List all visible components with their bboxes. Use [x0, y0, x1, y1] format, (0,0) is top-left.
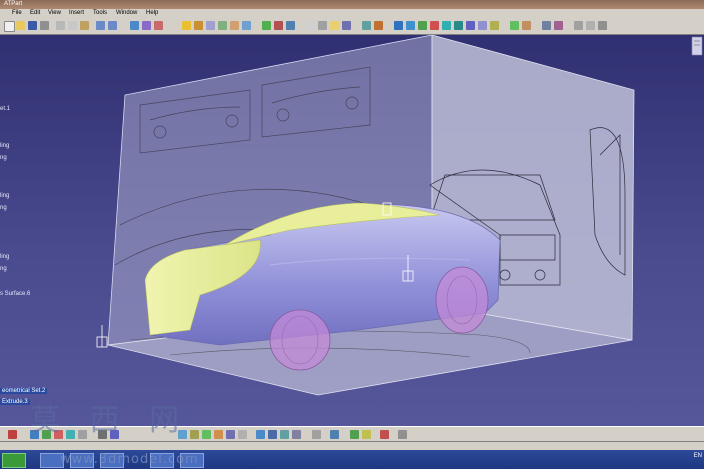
fill-icon[interactable]	[230, 21, 239, 30]
rotate-icon[interactable]	[430, 21, 439, 30]
zoom-out-icon[interactable]	[454, 21, 463, 30]
point-icon[interactable]	[306, 21, 315, 30]
update-bottom-icon[interactable]	[362, 430, 371, 439]
3d-viewport[interactable]: et.1 ling ng ling ng ling ng s Surface.6…	[0, 35, 704, 426]
cut-icon[interactable]	[56, 21, 65, 30]
tree-item[interactable]: et.1	[0, 106, 10, 112]
menu-tools[interactable]: Tools	[93, 9, 107, 18]
param-bottom-icon[interactable]	[292, 430, 301, 439]
fly-mode-icon[interactable]	[8, 430, 17, 439]
plane-icon[interactable]	[330, 21, 339, 30]
open-icon[interactable]	[16, 21, 25, 30]
tree-item[interactable]: ng	[0, 266, 7, 272]
sketch-bottom-icon[interactable]	[256, 430, 265, 439]
normal-view-icon[interactable]	[466, 21, 475, 30]
tree-item[interactable]: ling	[0, 254, 9, 260]
swap-space-icon[interactable]	[522, 21, 531, 30]
window-title: ATPart	[4, 1, 23, 7]
hide-bottom-icon[interactable]	[202, 430, 211, 439]
menu-view[interactable]: View	[48, 9, 61, 18]
swap-bottom-icon[interactable]	[214, 430, 223, 439]
grid-icon[interactable]	[586, 21, 595, 30]
undo-icon[interactable]	[96, 21, 105, 30]
pad-icon[interactable]	[142, 21, 151, 30]
tree-item[interactable]: ling	[0, 193, 9, 199]
tree-item[interactable]: ng	[0, 155, 7, 161]
options-icon[interactable]	[598, 21, 607, 30]
fly-icon[interactable]	[394, 21, 403, 30]
close-bottom-icon[interactable]	[380, 430, 389, 439]
menu-insert[interactable]: Insert	[69, 9, 84, 18]
start-button[interactable]	[2, 453, 26, 468]
pan-icon[interactable]	[418, 21, 427, 30]
redo-icon[interactable]	[108, 21, 117, 30]
watermark-url: www.3dmodel.com	[60, 452, 199, 467]
print-icon[interactable]	[40, 21, 49, 30]
revolve-icon[interactable]	[206, 21, 215, 30]
views-icon[interactable]	[478, 21, 487, 30]
surface-icon[interactable]	[182, 21, 191, 30]
grid-bottom-icon[interactable]	[238, 430, 247, 439]
snap-icon[interactable]	[574, 21, 583, 30]
shading-icon[interactable]	[490, 21, 499, 30]
snap-bottom-icon[interactable]	[226, 430, 235, 439]
measure-icon[interactable]	[362, 21, 371, 30]
tree-item[interactable]: s Surface.6	[0, 291, 30, 297]
shading-bottom-icon[interactable]	[190, 430, 199, 439]
watermark-logo: 莫 西 网	[30, 403, 190, 438]
blend-icon[interactable]	[242, 21, 251, 30]
tools-bottom-icon[interactable]	[312, 430, 321, 439]
main-toolbar	[0, 18, 704, 35]
constraint-bottom-icon[interactable]	[268, 430, 277, 439]
save-icon[interactable]	[28, 21, 37, 30]
render-icon[interactable]	[554, 21, 563, 30]
view-bottom-icon[interactable]	[330, 430, 339, 439]
measure-bottom-icon[interactable]	[280, 430, 289, 439]
material-icon[interactable]	[542, 21, 551, 30]
language-indicator[interactable]: EN	[694, 453, 702, 459]
menu-edit[interactable]: Edit	[30, 9, 40, 18]
compass-icon[interactable]	[690, 35, 704, 57]
sketch-icon[interactable]	[130, 21, 139, 30]
trim-icon[interactable]	[286, 21, 295, 30]
split-icon[interactable]	[274, 21, 283, 30]
line-icon[interactable]	[318, 21, 327, 30]
print-bottom-icon[interactable]	[398, 430, 407, 439]
check-bottom-icon[interactable]	[350, 430, 359, 439]
pocket-icon[interactable]	[154, 21, 163, 30]
title-bar: ATPart	[0, 0, 704, 9]
zoom-in-icon[interactable]	[442, 21, 451, 30]
paste-icon[interactable]	[80, 21, 89, 30]
menu-help[interactable]: Help	[146, 9, 158, 18]
menu-bar: File Edit View Insert Tools Window Help	[0, 9, 704, 18]
tree-item[interactable]: ng	[0, 205, 7, 211]
copy-icon[interactable]	[68, 21, 77, 30]
tree-item-selected[interactable]: Extrude.3	[0, 399, 30, 405]
car-model-scene[interactable]	[0, 35, 704, 426]
join-icon[interactable]	[262, 21, 271, 30]
extrude-icon[interactable]	[194, 21, 203, 30]
tree-item-selected[interactable]: eometrical Set.2	[0, 388, 48, 394]
menu-window[interactable]: Window	[116, 9, 137, 18]
sweep-icon[interactable]	[218, 21, 227, 30]
analysis-icon[interactable]	[374, 21, 383, 30]
tree-item[interactable]: ling	[0, 143, 9, 149]
hide-show-icon[interactable]	[510, 21, 519, 30]
fit-all-icon[interactable]	[406, 21, 415, 30]
axis-icon[interactable]	[342, 21, 351, 30]
menu-file[interactable]: File	[12, 9, 22, 18]
new-icon[interactable]	[4, 21, 15, 32]
